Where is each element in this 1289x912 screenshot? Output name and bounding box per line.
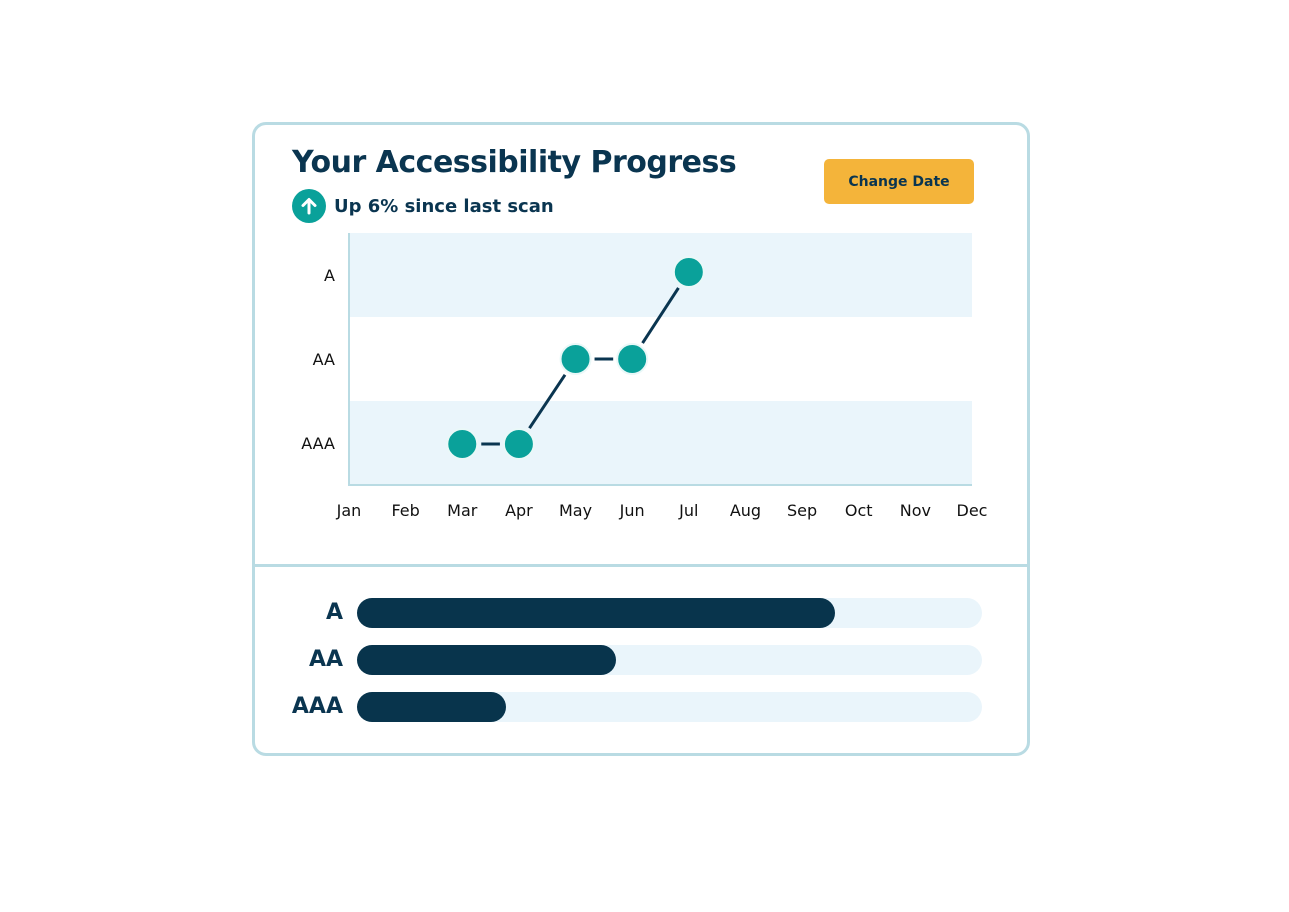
- data-point-mar: [446, 428, 479, 460]
- progress-track: [357, 598, 982, 628]
- level-label: AAA: [291, 694, 343, 719]
- data-point-jun: [616, 343, 649, 375]
- progress-line-chart: AAAAAAJan Feb Mar Apr May Jun Jul Aug Sep Oct Nov D…: [301, 233, 988, 520]
- band-aa: [349, 317, 972, 401]
- x-tick-label: Jun: [619, 501, 645, 520]
- x-tick-label: Mar: [447, 501, 478, 520]
- x-tick-label: Nov: [900, 501, 931, 520]
- level-bar-aaa: AAA: [255, 692, 1033, 722]
- y-tick-label: A: [324, 266, 335, 285]
- progress-track: [357, 645, 982, 675]
- x-tick-label: Dec: [957, 501, 988, 520]
- x-tick-label: Jul: [678, 501, 698, 520]
- data-point-jul: [672, 256, 705, 288]
- x-tick-label: Aug: [730, 501, 761, 520]
- progress-fill: [357, 692, 506, 722]
- level-label: AA: [308, 647, 343, 672]
- progress-card: Your Accessibility Progress Up 6% since …: [252, 122, 1030, 756]
- band-aaa: [349, 401, 972, 485]
- y-tick-label: AA: [313, 350, 335, 369]
- data-point-may: [559, 343, 592, 375]
- band-a: [349, 233, 972, 317]
- x-tick-label: Sep: [787, 501, 817, 520]
- level-bar-a: A: [255, 598, 1033, 628]
- x-tick-label: Jan: [336, 501, 362, 520]
- x-tick-label: Feb: [391, 501, 419, 520]
- progress-track: [357, 692, 982, 722]
- x-tick-label: Apr: [505, 501, 533, 520]
- progress-fill: [357, 598, 836, 628]
- level-label: A: [325, 600, 343, 625]
- level-bar-aa: AA: [255, 645, 1033, 675]
- section-divider: [255, 564, 1027, 567]
- x-tick-label: May: [559, 501, 592, 520]
- progress-fill: [357, 645, 616, 675]
- x-tick-label: Oct: [845, 501, 873, 520]
- y-tick-label: AAA: [301, 434, 335, 453]
- data-point-apr: [502, 428, 535, 460]
